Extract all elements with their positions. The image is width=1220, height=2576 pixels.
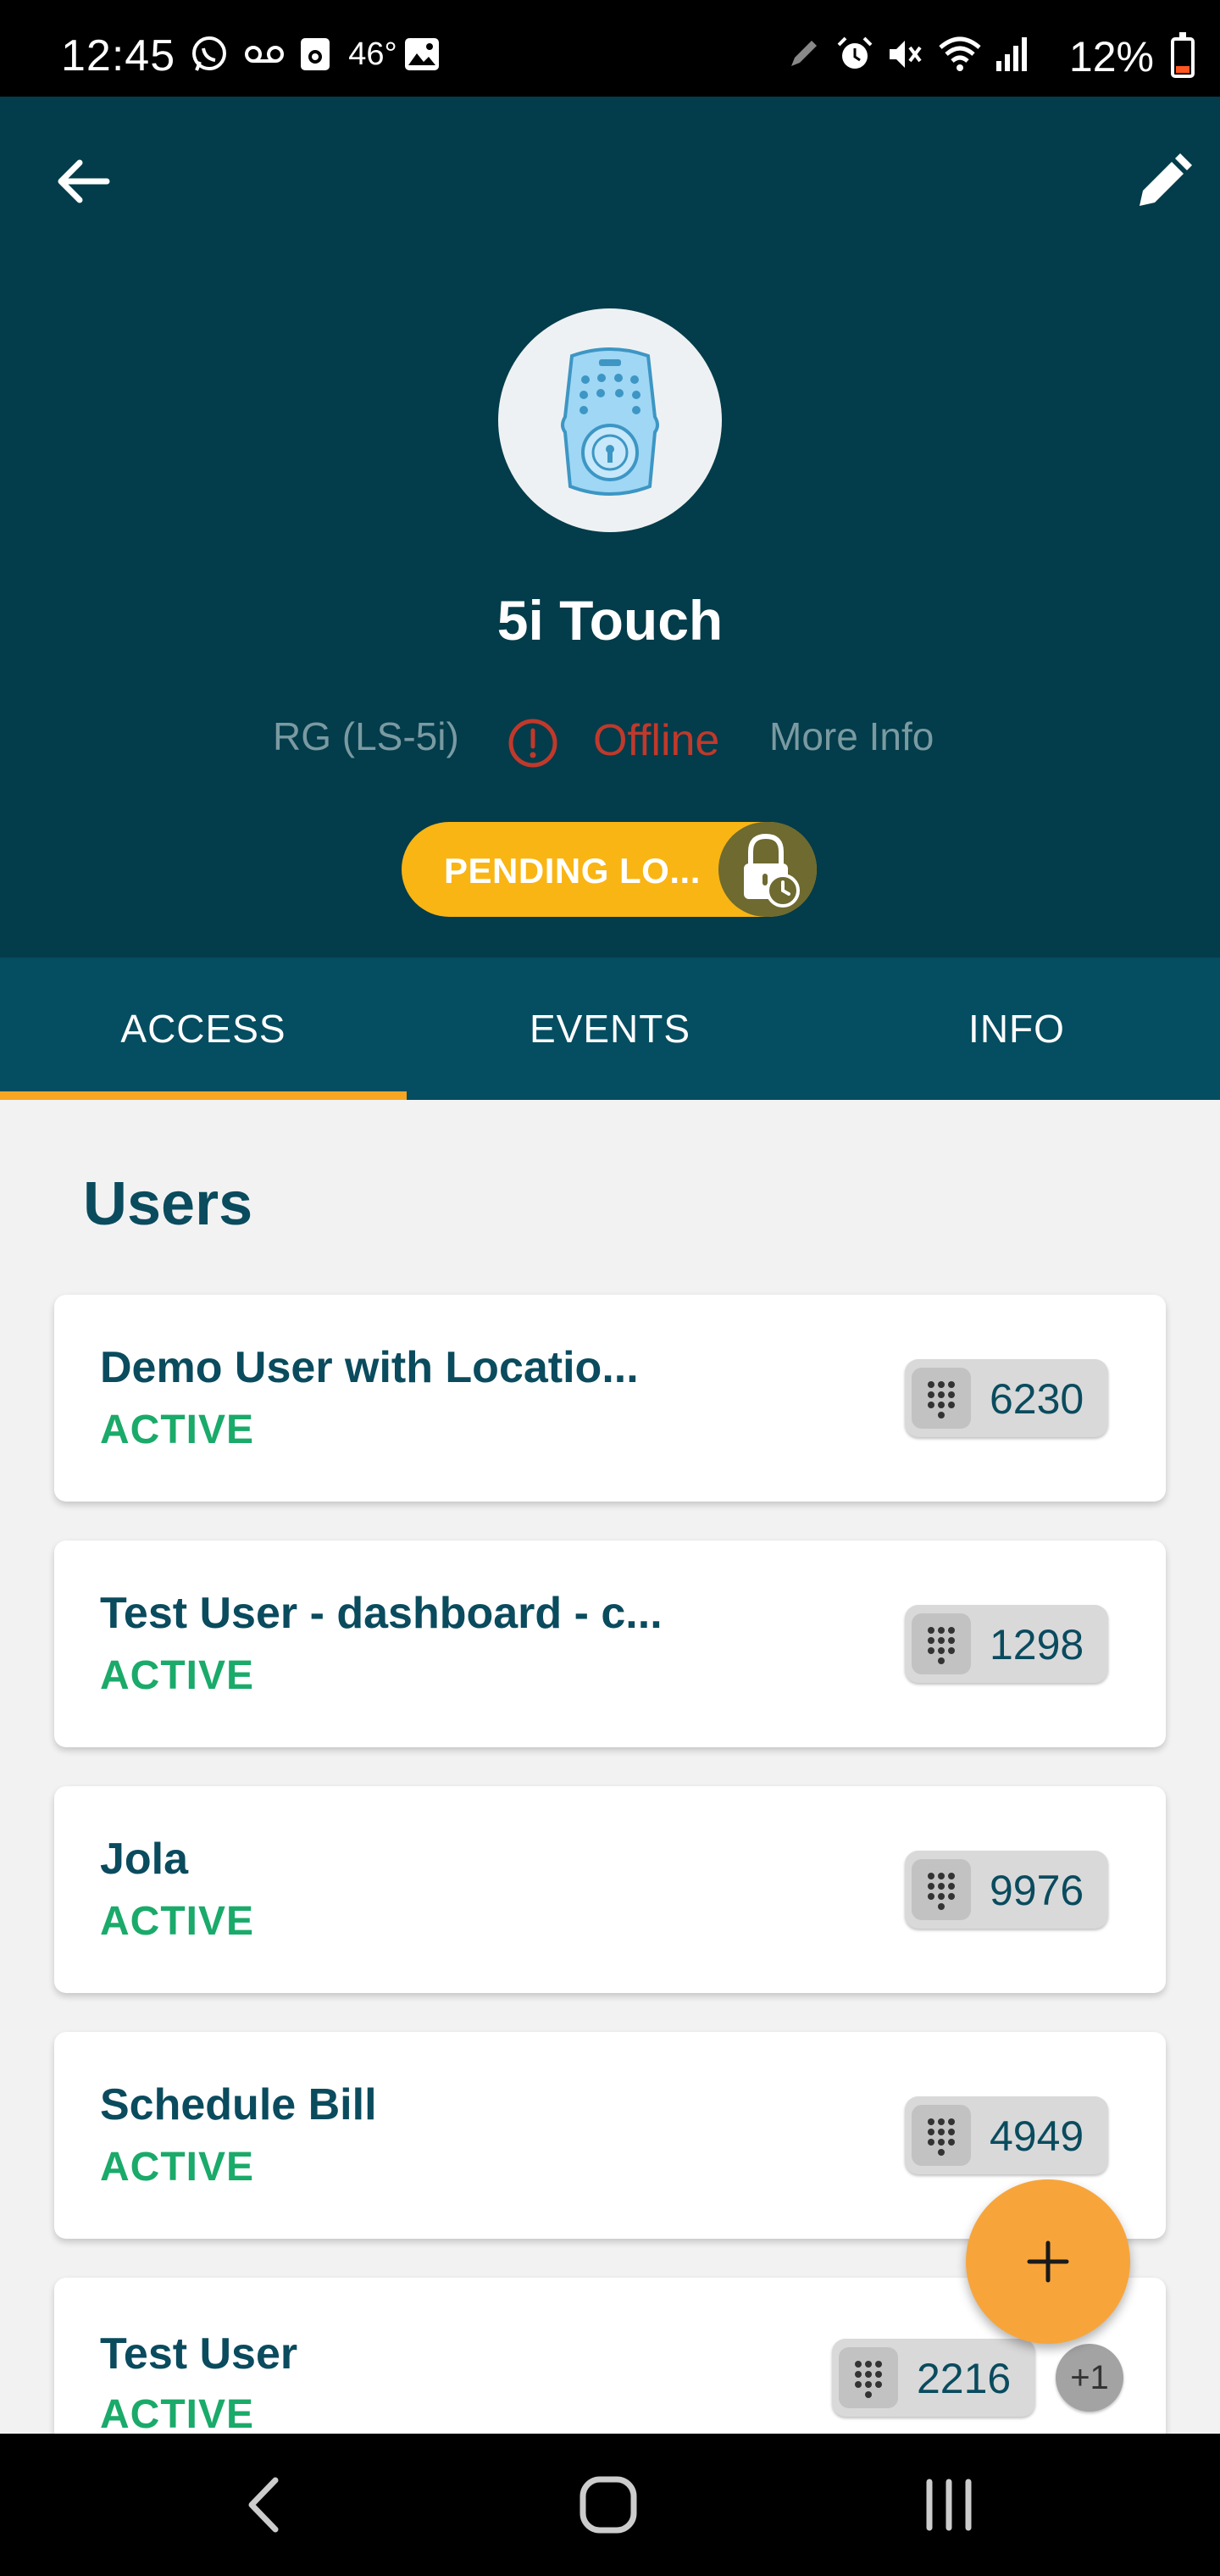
arrow-left-icon (58, 159, 110, 203)
user-name: Jola (100, 1835, 189, 1884)
device-avatar (498, 308, 722, 532)
pending-label: PENDING LO... (444, 851, 701, 891)
nav-back-icon (248, 2477, 279, 2533)
temperature-text: 46° (348, 36, 397, 72)
mute-icon (884, 34, 927, 75)
tab-access[interactable]: ACCESS (0, 958, 407, 1100)
lock-keypad-icon (561, 347, 659, 496)
user-name: Schedule Bill (100, 2080, 377, 2129)
tab-info[interactable]: INFO (813, 958, 1220, 1100)
pen-icon (785, 34, 822, 75)
status-bar: 12:45 46° 12% (0, 0, 1220, 97)
keypad-icon (912, 2105, 971, 2166)
access-code: 9976 (990, 1867, 1084, 1914)
user-card[interactable]: Jola ACTIVE 9976 (54, 1786, 1166, 1993)
users-section-title: Users (83, 1170, 253, 1238)
system-nav-bar (0, 2434, 1220, 2576)
access-code: 1298 (990, 1621, 1084, 1668)
edit-button[interactable] (1127, 147, 1198, 219)
keypad-icon (912, 1613, 971, 1674)
user-status: ACTIVE (100, 2145, 255, 2190)
signal-icon (991, 34, 1034, 75)
access-code: 4949 (990, 2112, 1084, 2160)
device-name: 5i Touch (496, 589, 724, 652)
nav-home-button[interactable] (566, 2462, 651, 2547)
nav-back-button[interactable] (222, 2462, 307, 2547)
access-code-chip[interactable]: 2216 (832, 2339, 1035, 2417)
device-header: 5i Touch RG (LS-5i) Offline More Info PE… (0, 97, 1220, 958)
alarm-icon (834, 34, 876, 75)
status-time: 12:45 (61, 31, 176, 80)
access-code-chip[interactable]: 1298 (905, 1605, 1108, 1683)
device-meta-row: RG (LS-5i) Offline More Info (0, 707, 1220, 774)
user-status: ACTIVE (100, 1899, 255, 1944)
nav-home-icon (580, 2476, 637, 2534)
nav-recents-button[interactable] (907, 2462, 991, 2547)
user-status: ACTIVE (100, 1653, 255, 1698)
whatsapp-icon (188, 34, 230, 75)
user-status: ACTIVE (100, 2392, 255, 2437)
user-name: Test User (100, 2329, 298, 2379)
access-code-chip[interactable]: 4949 (905, 2096, 1108, 2174)
connection-status: Offline (593, 716, 720, 765)
gallery-icon (402, 34, 442, 75)
pencil-icon (1140, 153, 1192, 206)
plus-icon (1027, 2240, 1069, 2283)
add-user-button[interactable] (966, 2179, 1130, 2344)
user-name: Demo User with Locatio... (100, 1343, 639, 1392)
active-tab-indicator (0, 1091, 407, 1100)
access-code-chip[interactable]: 9976 (905, 1851, 1108, 1929)
battery-percent: 12% (1068, 33, 1154, 80)
pending-lock-toggle[interactable]: PENDING LO... (402, 822, 817, 917)
nav-recents-icon (926, 2479, 972, 2531)
voicemail-icon (242, 34, 286, 75)
lock-clock-icon (718, 822, 817, 917)
device-model: RG (LS-5i) (273, 714, 459, 758)
camera-app-icon (297, 34, 334, 75)
user-name: Test User - dashboard - c... (100, 1589, 663, 1638)
wifi-icon (935, 34, 984, 75)
keypad-icon (839, 2347, 898, 2408)
alert-circle-icon (507, 717, 559, 769)
user-status: ACTIVE (100, 1407, 255, 1452)
more-info-link[interactable]: More Info (769, 713, 934, 759)
keypad-icon (912, 1859, 971, 1920)
access-code: 2216 (917, 2355, 1012, 2402)
user-card[interactable]: Test User - dashboard - c... ACTIVE 1298 (54, 1541, 1166, 1747)
extra-codes-badge[interactable]: +1 (1056, 2344, 1123, 2412)
user-card[interactable]: Demo User with Locatio... ACTIVE 6230 (54, 1295, 1166, 1502)
battery-icon (1171, 32, 1195, 78)
keypad-icon (912, 1368, 971, 1429)
access-code-chip[interactable]: 6230 (905, 1359, 1108, 1437)
access-code: 6230 (990, 1375, 1084, 1423)
tab-events[interactable]: EVENTS (407, 958, 813, 1100)
tab-bar: ACCESS EVENTS INFO (0, 958, 1220, 1100)
back-button[interactable] (49, 147, 117, 215)
